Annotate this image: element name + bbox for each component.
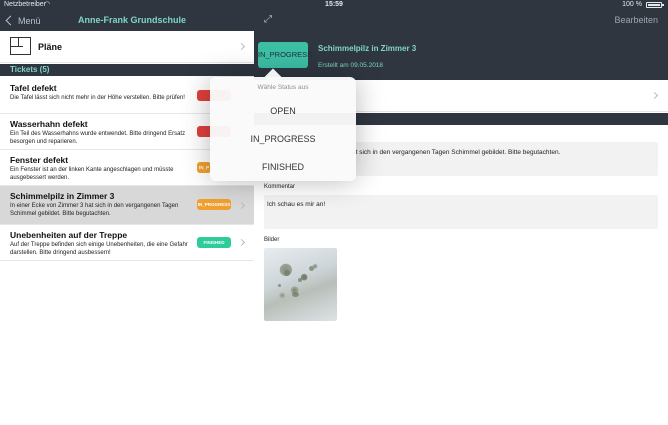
plans-row[interactable]: Pläne xyxy=(0,31,254,63)
status-badge: IN_PROGRESS xyxy=(197,199,231,210)
images-label: Bilder xyxy=(264,237,280,243)
chevron-left-icon xyxy=(5,15,16,26)
chevron-right-icon xyxy=(650,91,659,100)
comment-text: Ich schau es mir an! xyxy=(267,201,326,208)
chevron-right-icon xyxy=(237,238,246,247)
popover-hint: Wähle Status aus xyxy=(257,84,309,91)
expand-icon[interactable]: ⤢ xyxy=(262,14,274,26)
ticket-title: Schimmelpilz in Zimmer 3 xyxy=(10,191,115,201)
tickets-section-header: Tickets (5) xyxy=(0,64,254,76)
ticket-description: Ein Fenster ist an der linken Kante ange… xyxy=(10,167,174,181)
back-button-label: Menü xyxy=(18,15,41,26)
ticket-title: Tafel defekt xyxy=(10,83,57,93)
page-title: Anne-Frank Grundschule xyxy=(78,15,187,25)
photo-detail xyxy=(284,270,290,276)
status-selector-button[interactable]: IN_PROGRESS xyxy=(258,42,312,68)
status-badge: IN_P xyxy=(197,162,211,173)
ticket-title: Unebenheiten auf der Treppe xyxy=(10,230,128,240)
back-button[interactable]: Menü xyxy=(4,10,41,31)
description-text: at sich in den vergangenen Tagen Schimme… xyxy=(352,149,561,156)
plans-label: Pläne xyxy=(38,42,63,52)
status-badge: FINISHED xyxy=(197,237,231,248)
status-option-open[interactable]: OPEN xyxy=(210,102,356,120)
photo-detail xyxy=(292,292,299,297)
photo-detail xyxy=(298,278,302,282)
battery-percentage: 100 % xyxy=(622,1,642,8)
detail-created-date: Erstellt am 09.05.2018 xyxy=(318,62,384,69)
detail-header: IN_PROGRESS Schimmelpilz in Zimmer 3 Ers… xyxy=(254,31,668,80)
mold-photo-thumbnail[interactable] xyxy=(264,248,337,321)
chevron-right-icon xyxy=(237,201,246,210)
navigation-bar: Menü Anne-Frank Grundschule ⤢ Bearbeiten xyxy=(0,10,668,31)
status-option-finished[interactable]: FINISHED xyxy=(210,158,356,176)
ticket-title: Wasserhahn defekt xyxy=(10,119,88,129)
floorplan-icon xyxy=(10,37,31,55)
battery-icon xyxy=(646,2,664,8)
ticket-description: In einer Ecke von Zimmer 3 hat sich in d… xyxy=(10,203,179,217)
photo-detail xyxy=(278,284,281,287)
status-bar: Netzbetreiber ◠ 15:59 100 % xyxy=(0,0,668,10)
ticket-row[interactable]: Unebenheiten auf der Treppe Auf der Trepp… xyxy=(0,225,254,261)
status-option-in-progress[interactable]: IN_PROGRESS xyxy=(210,130,356,148)
edit-button[interactable]: Bearbeiten xyxy=(614,10,658,31)
clock: 15:59 xyxy=(325,1,343,8)
ticket-description: Ein Teil des Wasserhahns wurde entwendet… xyxy=(10,131,186,145)
ticket-row[interactable]: Schimmelpilz in Zimmer 3 In einer Ecke vo… xyxy=(0,186,254,225)
ticket-description: Die Tafel lässt sich nicht mehr in der H… xyxy=(10,95,185,101)
chevron-right-icon xyxy=(237,42,246,51)
photo-detail xyxy=(309,266,314,271)
comment-field[interactable]: Ich schau es mir an! xyxy=(264,195,658,229)
detail-title: Schimmelpilz in Zimmer 3 xyxy=(318,44,417,53)
comment-label: Kommentar xyxy=(264,184,296,190)
ticket-title: Fenster defekt xyxy=(10,155,69,165)
status-popover: Wähle Status aus OPEN IN_PROGRESS FINISH… xyxy=(210,68,356,181)
ticket-description: Auf der Treppe befinden sich einige Uneb… xyxy=(10,242,188,256)
